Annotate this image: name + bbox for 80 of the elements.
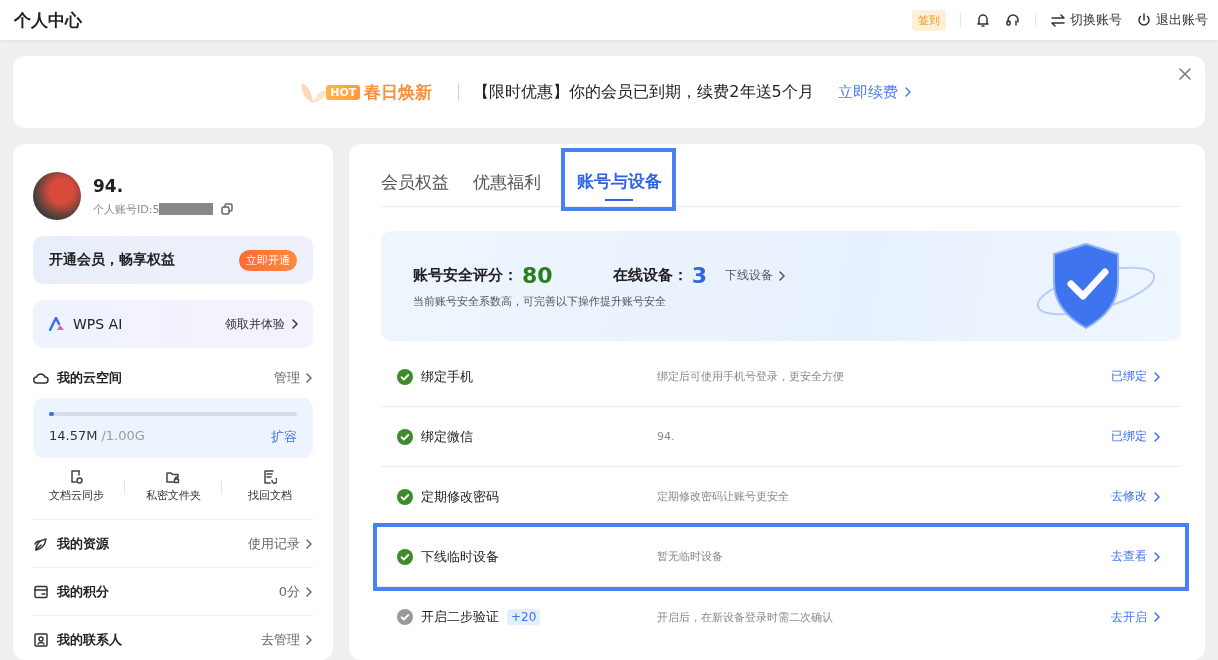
vip-text: 开通会员，畅享权益 <box>49 251 175 269</box>
chevron-icon <box>305 373 313 383</box>
ai-label: WPS AI <box>73 316 123 332</box>
promo-message: 【限时优惠】你的会员已到期，续费2年送5个月 <box>473 81 814 103</box>
document-icon <box>263 470 277 484</box>
tab[interactable]: 优惠福利 <box>473 159 551 207</box>
tool-button[interactable]: 文档云同步 <box>33 470 119 503</box>
item-title: 绑定手机 <box>421 367 473 386</box>
chevron-icon <box>1153 491 1161 502</box>
contact-card-icon <box>33 631 49 648</box>
item-title: 开启二步验证 <box>421 608 499 626</box>
security-hint: 当前账号安全系数高，可完善以下操作提升账号安全 <box>413 294 667 309</box>
chevron-icon <box>1153 612 1161 622</box>
switch-account-button[interactable]: 切换账号 <box>1050 11 1122 29</box>
expand-link[interactable]: 扩容 <box>271 428 297 446</box>
leaf-icon <box>33 535 49 552</box>
avatar <box>33 172 81 220</box>
menu-label: 我的资源 <box>57 534 109 553</box>
item-action-link[interactable]: 去查看 <box>1111 548 1161 565</box>
renew-link[interactable]: 立即续费 <box>837 82 912 102</box>
chevron-icon <box>777 270 786 281</box>
item-description: 定期修改密码让账号更安全 <box>657 489 790 504</box>
folder-lock-icon <box>166 470 180 484</box>
tab[interactable]: 会员权益 <box>381 159 459 207</box>
menu-value: 使用记录 <box>248 534 313 553</box>
points-badge: +20 <box>507 609 541 625</box>
bell-icon <box>975 12 991 28</box>
logout-button[interactable]: 退出账号 <box>1136 11 1208 29</box>
offline-devices-link[interactable]: 下线设备 <box>724 267 786 284</box>
wallet-icon <box>33 583 49 600</box>
hot-tag: HOT <box>326 84 361 100</box>
ai-logo-icon <box>49 317 65 331</box>
used-size: 14.57M <box>49 428 98 443</box>
chevron-icon <box>291 319 299 329</box>
menu-label: 我的联系人 <box>57 630 122 649</box>
cloud-icon <box>33 371 49 385</box>
section-title: 我的云空间 <box>57 369 122 387</box>
item-description: 绑定后可使用手机号登录，更安全方便 <box>657 369 845 384</box>
item-title: 绑定微信 <box>421 427 473 446</box>
headset-icon <box>1005 12 1021 28</box>
item-action-link[interactable]: 去开启 <box>1111 608 1161 626</box>
devices-label: 在线设备： <box>612 266 688 285</box>
device-count: 3 <box>691 263 707 288</box>
chevron-icon <box>1153 551 1161 562</box>
account-id: 个人账号ID:5 <box>93 201 160 217</box>
chevron-icon <box>903 87 912 97</box>
menu-item[interactable]: 我的联系人 去管理 <box>33 616 313 660</box>
power-icon <box>1136 12 1152 28</box>
swap-icon <box>1050 13 1066 27</box>
chevron-icon <box>305 538 313 549</box>
item-title: 定期修改密码 <box>421 487 499 506</box>
item-action-link[interactable]: 去修改 <box>1111 488 1161 505</box>
security-score: 80 <box>522 263 553 288</box>
menu-item[interactable]: 我的资源 使用记录 <box>33 520 313 568</box>
chevron-icon <box>305 634 313 645</box>
page-title: 个人中心 <box>14 8 82 32</box>
item-action-link[interactable]: 已绑定 <box>1111 368 1161 385</box>
menu-value: 去管理 <box>261 630 313 649</box>
copy-icon <box>221 203 234 215</box>
menu-label: 我的积分 <box>57 582 109 601</box>
item-description: 94. <box>657 430 676 443</box>
chevron-icon <box>1153 431 1161 442</box>
manage-link[interactable]: 管理 <box>274 369 313 387</box>
close-icon <box>1179 68 1191 80</box>
menu-item[interactable]: 我的积分 0分 <box>33 568 313 616</box>
tool-button[interactable]: 找回文档 <box>227 470 313 503</box>
item-description: 开启后，在新设备登录时需二次确认 <box>657 609 834 625</box>
document-icon <box>69 470 83 484</box>
chevron-icon <box>1153 371 1161 382</box>
chevron-icon <box>305 586 313 597</box>
campaign-title: 春日焕新 <box>364 80 433 104</box>
user-name: 94. <box>93 175 125 196</box>
item-action-link[interactable]: 已绑定 <box>1111 428 1161 445</box>
item-title: 下线临时设备 <box>421 547 499 566</box>
item-description: 暂无临时设备 <box>657 549 724 564</box>
total-size: /1.00G <box>101 428 145 443</box>
ai-trial-link[interactable]: 领取并体验 <box>225 315 299 333</box>
tool-button[interactable]: 私密文件夹 <box>130 470 216 503</box>
menu-value: 0分 <box>278 582 313 601</box>
score-label: 账号安全评分： <box>413 266 518 285</box>
